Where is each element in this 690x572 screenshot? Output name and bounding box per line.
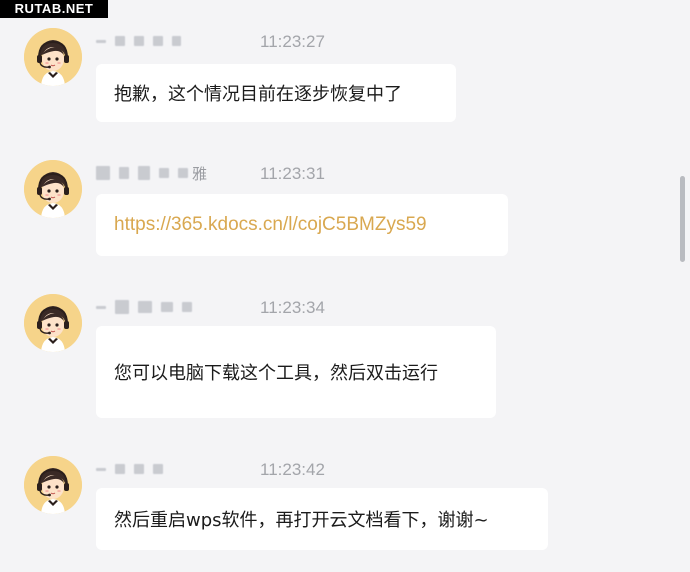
sender-name [96,458,167,480]
message-bubble: 您可以电脑下载这个工具，然后双击运行 [96,326,496,418]
message-bubble: 抱歉，这个情况目前在逐步恢复中了 [96,64,456,122]
message-time: 11:23:34 [260,298,325,317]
message-text: 然后重启wps软件，再打开云文档看下，谢谢~ [114,510,489,531]
message-text: 您可以电脑下载这个工具，然后双击运行 [114,363,438,384]
agent-avatar-icon[interactable] [24,28,82,86]
watermark: RUTAB.NET [0,0,108,18]
message-link[interactable]: https://365.kdocs.cn/l/cojC5BMZys59 [114,214,427,236]
message-time: 11:23:31 [260,164,325,183]
sender-name: 雅 [96,162,207,184]
link-bubble[interactable]: https://365.kdocs.cn/l/cojC5BMZys59 [96,194,508,256]
message-text: 抱歉，这个情况目前在逐步恢复中了 [114,84,402,105]
scrollbar-thumb[interactable] [680,176,685,262]
message-bubble: 然后重启wps软件，再打开云文档看下，谢谢~ [96,488,548,550]
agent-avatar-icon[interactable] [24,456,82,514]
message-time: 11:23:27 [260,32,325,51]
sender-name [96,30,185,52]
agent-avatar-icon[interactable] [24,160,82,218]
sender-name [96,296,196,318]
message-time: 11:23:42 [260,460,325,479]
sender-name-tail: 雅 [192,164,208,183]
agent-avatar-icon[interactable] [24,294,82,352]
